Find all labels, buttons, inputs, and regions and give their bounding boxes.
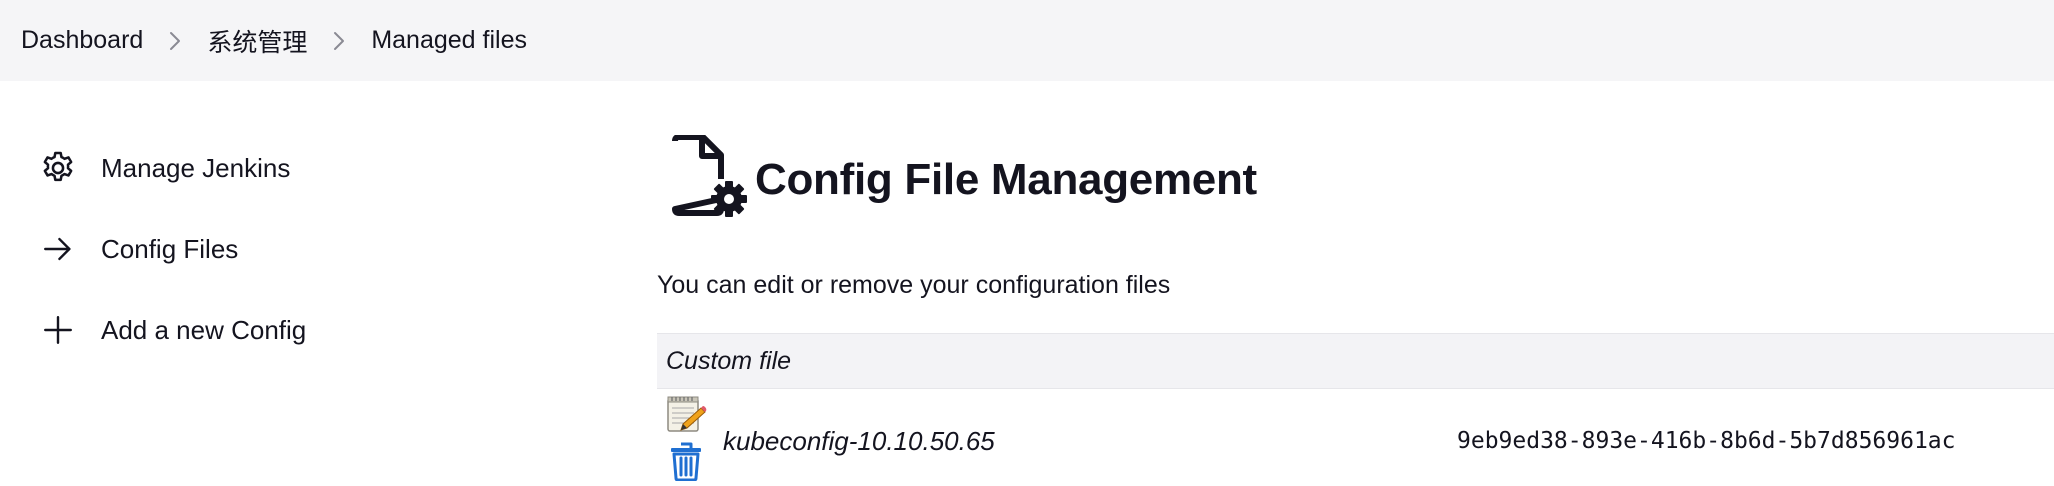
chevron-right-icon	[307, 30, 371, 52]
chevron-right-icon	[143, 30, 207, 52]
table-section-header: Custom file	[657, 333, 2054, 389]
page-header: Config File Management	[669, 134, 1257, 224]
sidebar-item-label: Manage Jenkins	[101, 152, 291, 183]
breadcrumb-item-managed-files[interactable]: Managed files	[371, 26, 527, 55]
trash-icon[interactable]	[669, 441, 709, 486]
config-file-gear-icon	[669, 134, 749, 224]
page-title: Config File Management	[755, 154, 1257, 204]
gear-icon	[38, 148, 78, 188]
table-row: kubeconfig-10.10.50.65 9eb9ed38-893e-416…	[657, 390, 2054, 486]
row-actions	[665, 394, 709, 486]
breadcrumb: Dashboard 系统管理 Managed files	[0, 0, 2054, 81]
config-file-name-link[interactable]: kubeconfig-10.10.50.65	[723, 426, 995, 457]
sidebar-item-label: Add a new Config	[101, 314, 307, 345]
config-file-id: 9eb9ed38-893e-416b-8b6d-5b7d856961ac	[1457, 428, 1956, 454]
sidebar-item-add-new-config[interactable]: Add a new Config	[38, 305, 306, 355]
arrow-right-icon	[38, 229, 78, 269]
breadcrumb-item-dashboard[interactable]: Dashboard	[21, 26, 143, 55]
section-header-label: Custom file	[666, 346, 792, 375]
edit-notepad-icon[interactable]	[665, 394, 709, 439]
plus-icon	[38, 310, 78, 350]
sidebar-item-config-files[interactable]: Config Files	[38, 224, 238, 274]
main-content: Config File Management You can edit or r…	[657, 81, 2054, 486]
sidebar-item-label: Config Files	[101, 233, 239, 264]
breadcrumb-item-system-management[interactable]: 系统管理	[207, 23, 307, 59]
page-description: You can edit or remove your configuratio…	[657, 271, 1171, 299]
sidebar-item-manage-jenkins[interactable]: Manage Jenkins	[38, 143, 290, 193]
